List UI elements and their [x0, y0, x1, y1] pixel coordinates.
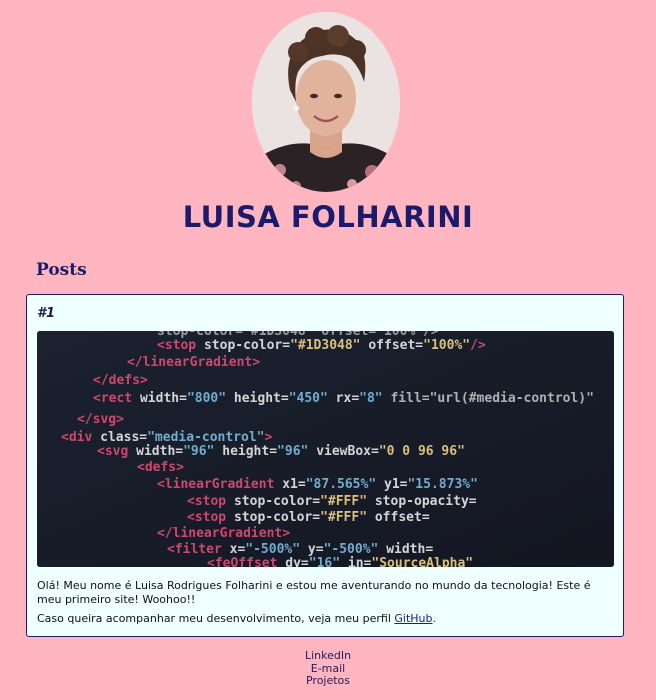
footer-links: LinkedIn E-mail Projetos	[0, 649, 656, 688]
posts-heading: Posts	[36, 260, 87, 280]
projects-link[interactable]: Projetos	[0, 674, 656, 688]
post-follow-prefix: Caso queira acompanhar meu desenvolvimen…	[37, 612, 395, 625]
profile-avatar	[252, 12, 400, 192]
linkedin-link[interactable]: LinkedIn	[0, 649, 656, 663]
post-follow-text: Caso queira acompanhar meu desenvolvimen…	[37, 612, 615, 626]
post-image: stop-color="#1D3048" offset="100%"/> <st…	[37, 331, 614, 567]
post-follow-end: .	[432, 612, 437, 625]
profile-name: LUISA FOLHARINI	[182, 200, 474, 234]
code-screenshot-image-icon: stop-color="#1D3048" offset="100%"/> <st…	[37, 331, 614, 567]
post-number: #1	[37, 306, 56, 321]
post-card: #1 stop-color="#1D3048" offset="100%"/> …	[26, 294, 624, 637]
github-link[interactable]: GitHub	[394, 612, 432, 625]
post-body-text: Olá! Meu nome é Luisa Rodrigues Folharin…	[37, 579, 591, 606]
profile-photo-icon	[252, 12, 400, 192]
